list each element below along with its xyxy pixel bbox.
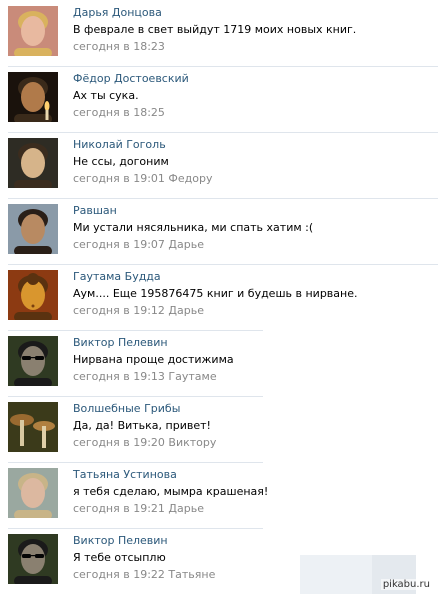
author-link[interactable]: Равшан bbox=[73, 204, 117, 217]
comment-meta: сегодня в 19:22 Татьяне bbox=[73, 568, 215, 581]
comment-text: Я тебе отсыплю bbox=[73, 551, 166, 564]
reply-to-link[interactable]: Федору bbox=[168, 172, 212, 185]
comment-item: Дарья Донцова В феврале в свет выйдут 171… bbox=[0, 0, 438, 66]
comment-separator bbox=[8, 132, 438, 133]
comment-meta: сегодня в 18:23 bbox=[73, 40, 165, 53]
comment-time[interactable]: сегодня в 19:13 bbox=[73, 370, 165, 383]
comment-text: Не ссы, догоним bbox=[73, 155, 169, 168]
comment-separator bbox=[8, 396, 263, 397]
avatar[interactable] bbox=[8, 138, 58, 188]
comment-separator bbox=[8, 264, 438, 265]
comment-time[interactable]: сегодня в 19:20 bbox=[73, 436, 165, 449]
avatar[interactable] bbox=[8, 72, 58, 122]
avatar[interactable] bbox=[8, 204, 58, 254]
author-link[interactable]: Виктор Пелевин bbox=[73, 336, 168, 349]
comment-meta: сегодня в 19:21 Дарье bbox=[73, 502, 204, 515]
comment-item: Фёдор Достоевский Ах ты сука. сегодня в 18… bbox=[0, 66, 438, 132]
comment-meta: сегодня в 19:01 Федору bbox=[73, 172, 213, 185]
comment-time[interactable]: сегодня в 18:25 bbox=[73, 106, 165, 119]
reply-to-link[interactable]: Виктору bbox=[168, 436, 216, 449]
author-link[interactable]: Гаутама Будда bbox=[73, 270, 161, 283]
comment-separator bbox=[8, 462, 263, 463]
avatar[interactable] bbox=[8, 270, 58, 320]
comment-separator bbox=[8, 528, 263, 529]
avatar[interactable] bbox=[8, 468, 58, 518]
comment-text: Да, да! Витька, привет! bbox=[73, 419, 211, 432]
avatar[interactable] bbox=[8, 534, 58, 584]
avatar[interactable] bbox=[8, 336, 58, 386]
comment-meta: сегодня в 19:13 Гаутаме bbox=[73, 370, 217, 383]
reply-to-link[interactable]: Дарье bbox=[168, 238, 204, 251]
comment-time[interactable]: сегодня в 19:01 bbox=[73, 172, 165, 185]
comment-separator bbox=[8, 330, 263, 331]
comment-item: Равшан Ми устали нясяльника, ми спать хат… bbox=[0, 198, 438, 264]
watermark: pikabu.ru bbox=[380, 579, 432, 590]
avatar[interactable] bbox=[8, 6, 58, 56]
comment-time[interactable]: сегодня в 18:23 bbox=[73, 40, 165, 53]
reply-to-link[interactable]: Гаутаме bbox=[168, 370, 216, 383]
author-link[interactable]: Татьяна Устинова bbox=[73, 468, 177, 481]
comment-text: я тебя сделаю, мымра крашеная! bbox=[73, 485, 269, 498]
author-link[interactable]: Николай Гоголь bbox=[73, 138, 166, 151]
comment-item: Татьяна Устинова я тебя сделаю, мымра кра… bbox=[0, 462, 438, 528]
comment-separator bbox=[8, 198, 438, 199]
author-link[interactable]: Дарья Донцова bbox=[73, 6, 162, 19]
comment-meta: сегодня в 19:20 Виктору bbox=[73, 436, 216, 449]
comment-meta: сегодня в 18:25 bbox=[73, 106, 165, 119]
comment-text: Аум.... Еще 195876475 книг и будешь в ни… bbox=[73, 287, 358, 300]
comment-item: Гаутама Будда Аум.... Еще 195876475 книг … bbox=[0, 264, 438, 330]
reply-to-link[interactable]: Дарье bbox=[168, 502, 204, 515]
comment-time[interactable]: сегодня в 19:07 bbox=[73, 238, 165, 251]
comment-text: Нирвана проще достижима bbox=[73, 353, 234, 366]
comment-item: Виктор Пелевин Нирвана проще достижима сег… bbox=[0, 330, 438, 396]
reply-box[interactable] bbox=[300, 555, 372, 594]
comment-text: Ах ты сука. bbox=[73, 89, 139, 102]
avatar[interactable] bbox=[8, 402, 58, 452]
comment-time[interactable]: сегодня в 19:22 bbox=[73, 568, 165, 581]
comment-item: Николай Гоголь Не ссы, догоним сегодня в 1… bbox=[0, 132, 438, 198]
reply-to-link[interactable]: Дарье bbox=[168, 304, 204, 317]
author-link[interactable]: Виктор Пелевин bbox=[73, 534, 168, 547]
comment-text: Ми устали нясяльника, ми спать хатим :( bbox=[73, 221, 314, 234]
author-link[interactable]: Волшебные Грибы bbox=[73, 402, 180, 415]
comment-text: В феврале в свет выйдут 1719 моих новых … bbox=[73, 23, 357, 36]
comment-meta: сегодня в 19:12 Дарье bbox=[73, 304, 204, 317]
comment-feed: Дарья Донцова В феврале в свет выйдут 171… bbox=[0, 0, 438, 594]
comment-item: Волшебные Грибы Да, да! Витька, привет! се… bbox=[0, 396, 438, 462]
comment-time[interactable]: сегодня в 19:12 bbox=[73, 304, 165, 317]
author-link[interactable]: Фёдор Достоевский bbox=[73, 72, 189, 85]
reply-to-link[interactable]: Татьяне bbox=[168, 568, 215, 581]
comment-separator bbox=[8, 66, 438, 67]
comment-time[interactable]: сегодня в 19:21 bbox=[73, 502, 165, 515]
comment-meta: сегодня в 19:07 Дарье bbox=[73, 238, 204, 251]
